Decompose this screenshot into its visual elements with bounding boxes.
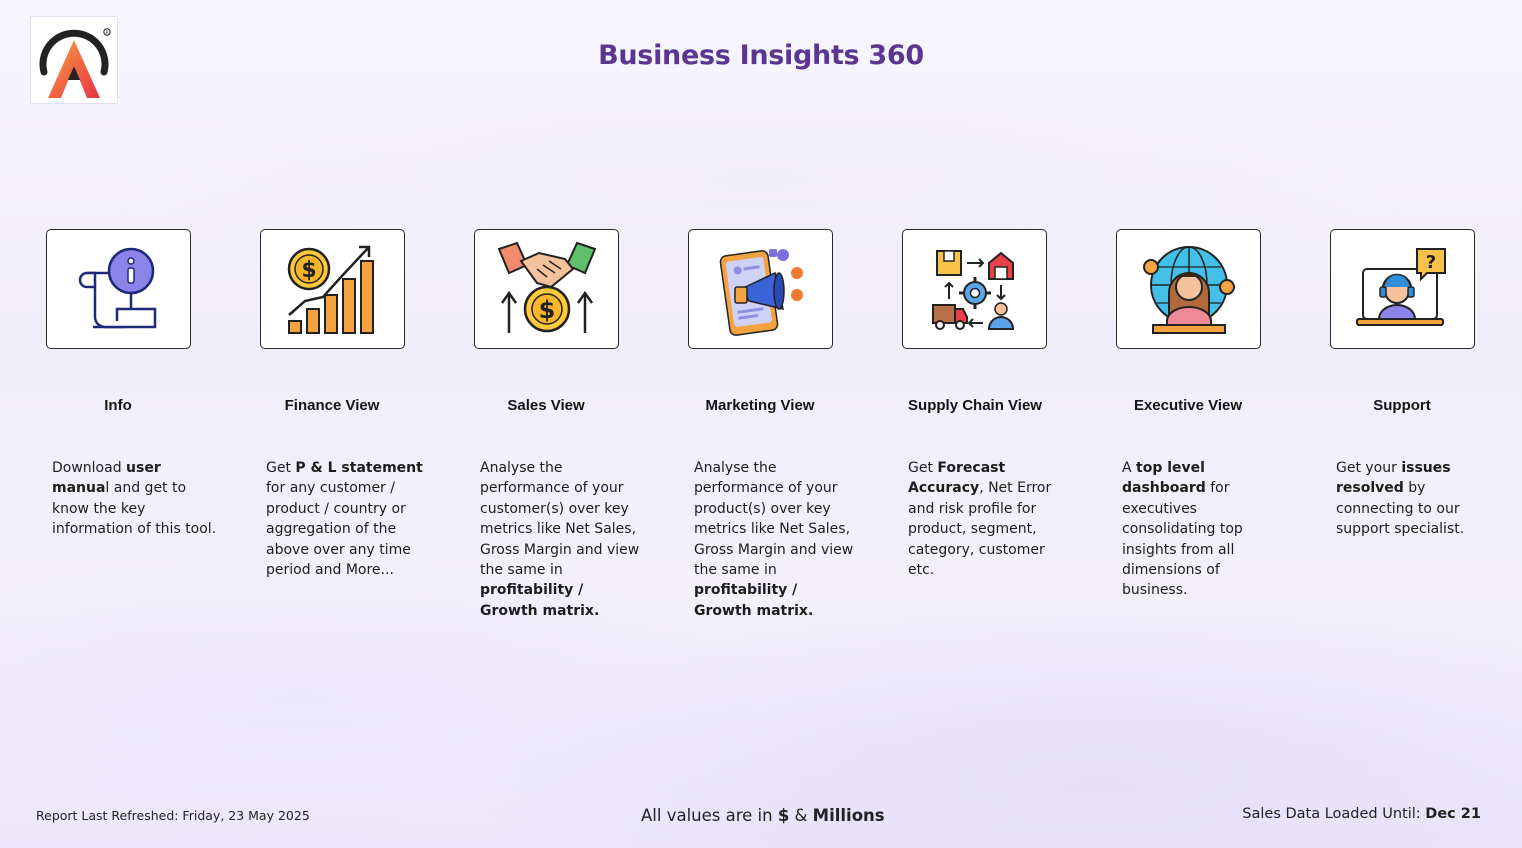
finance-growth-icon: $ — [287, 245, 374, 334]
description-segment: Get — [908, 460, 938, 476]
executive-view-label: Executive View — [1133, 397, 1243, 414]
info-label: Info — [104, 397, 132, 414]
svg-text:$: $ — [301, 258, 316, 283]
description-segment: P & L statement — [295, 460, 423, 476]
sales-view-description: Analyse the performance of your customer… — [480, 458, 640, 621]
supply-chain-view-nav-button[interactable] — [902, 229, 1047, 349]
sales-view-label: Sales View — [507, 397, 585, 414]
page-title: Business Insights 360 — [598, 40, 924, 71]
description-segment: for any customer / product / country or … — [266, 480, 411, 579]
executive-view-description: A top level dashboard for executives con… — [1122, 458, 1254, 601]
description-segment: profitability / Growth matrix. — [480, 582, 600, 619]
finance-view-nav-button[interactable]: $ — [260, 229, 405, 349]
support-agent-icon: ? — [1355, 248, 1446, 326]
description-segment: Analyse the performance of your customer… — [480, 460, 640, 579]
description-segment: for executives consolidating top insight… — [1122, 480, 1243, 599]
description-segment: profitability / Growth matrix. — [694, 582, 814, 619]
svg-text:$: $ — [538, 296, 555, 324]
executive-globe-icon — [1142, 246, 1235, 334]
svg-text:?: ? — [1425, 252, 1435, 273]
description-segment: Analyse the performance of your product(… — [694, 460, 854, 579]
values-prefix: All values are in — [641, 806, 778, 825]
info-description: Download user manual and get to know the… — [52, 458, 222, 540]
finance-view-label: Finance View — [284, 397, 380, 414]
values-unit-note: All values are in $ & Millions — [641, 806, 885, 825]
description-segment: A — [1122, 460, 1137, 476]
info-scroll-icon — [78, 247, 156, 329]
supply-chain-icon — [931, 250, 1014, 330]
svg-text:R: R — [106, 30, 109, 36]
info-nav-button[interactable] — [46, 229, 191, 349]
values-unit: Millions — [812, 806, 885, 825]
values-currency: $ — [777, 806, 790, 825]
sales-view-nav-button[interactable]: $ — [474, 229, 619, 349]
support-label: Support — [1373, 397, 1431, 414]
description-segment: Get — [266, 460, 296, 476]
marketing-view-description: Analyse the performance of your product(… — [694, 458, 854, 621]
support-nav-button[interactable]: ? — [1330, 229, 1475, 349]
sales-data-loaded: Sales Data Loaded Until: Dec 21 — [1242, 806, 1481, 822]
description-segment: Download — [52, 460, 127, 476]
loaded-prefix: Sales Data Loaded Until: — [1242, 806, 1426, 822]
description-segment: Get your — [1336, 460, 1402, 476]
last-refreshed-text: Report Last Refreshed: Friday, 23 May 20… — [36, 808, 310, 823]
sales-handshake-icon: $ — [497, 241, 596, 333]
executive-view-nav-button[interactable] — [1116, 229, 1261, 349]
support-description: Get your issues resolved by connecting t… — [1336, 458, 1472, 540]
loaded-value: Dec 21 — [1425, 806, 1481, 822]
supply-chain-view-description: Get Forecast Accuracy, Net Error and ris… — [908, 458, 1058, 580]
supply-chain-view-label: Supply Chain View — [908, 397, 1042, 414]
finance-view-description: Get P & L statement for any customer / p… — [266, 458, 436, 580]
marketing-megaphone-icon — [719, 249, 803, 336]
marketing-view-nav-button[interactable] — [688, 229, 833, 349]
marketing-view-label: Marketing View — [705, 397, 815, 414]
values-amp: & — [789, 806, 813, 825]
